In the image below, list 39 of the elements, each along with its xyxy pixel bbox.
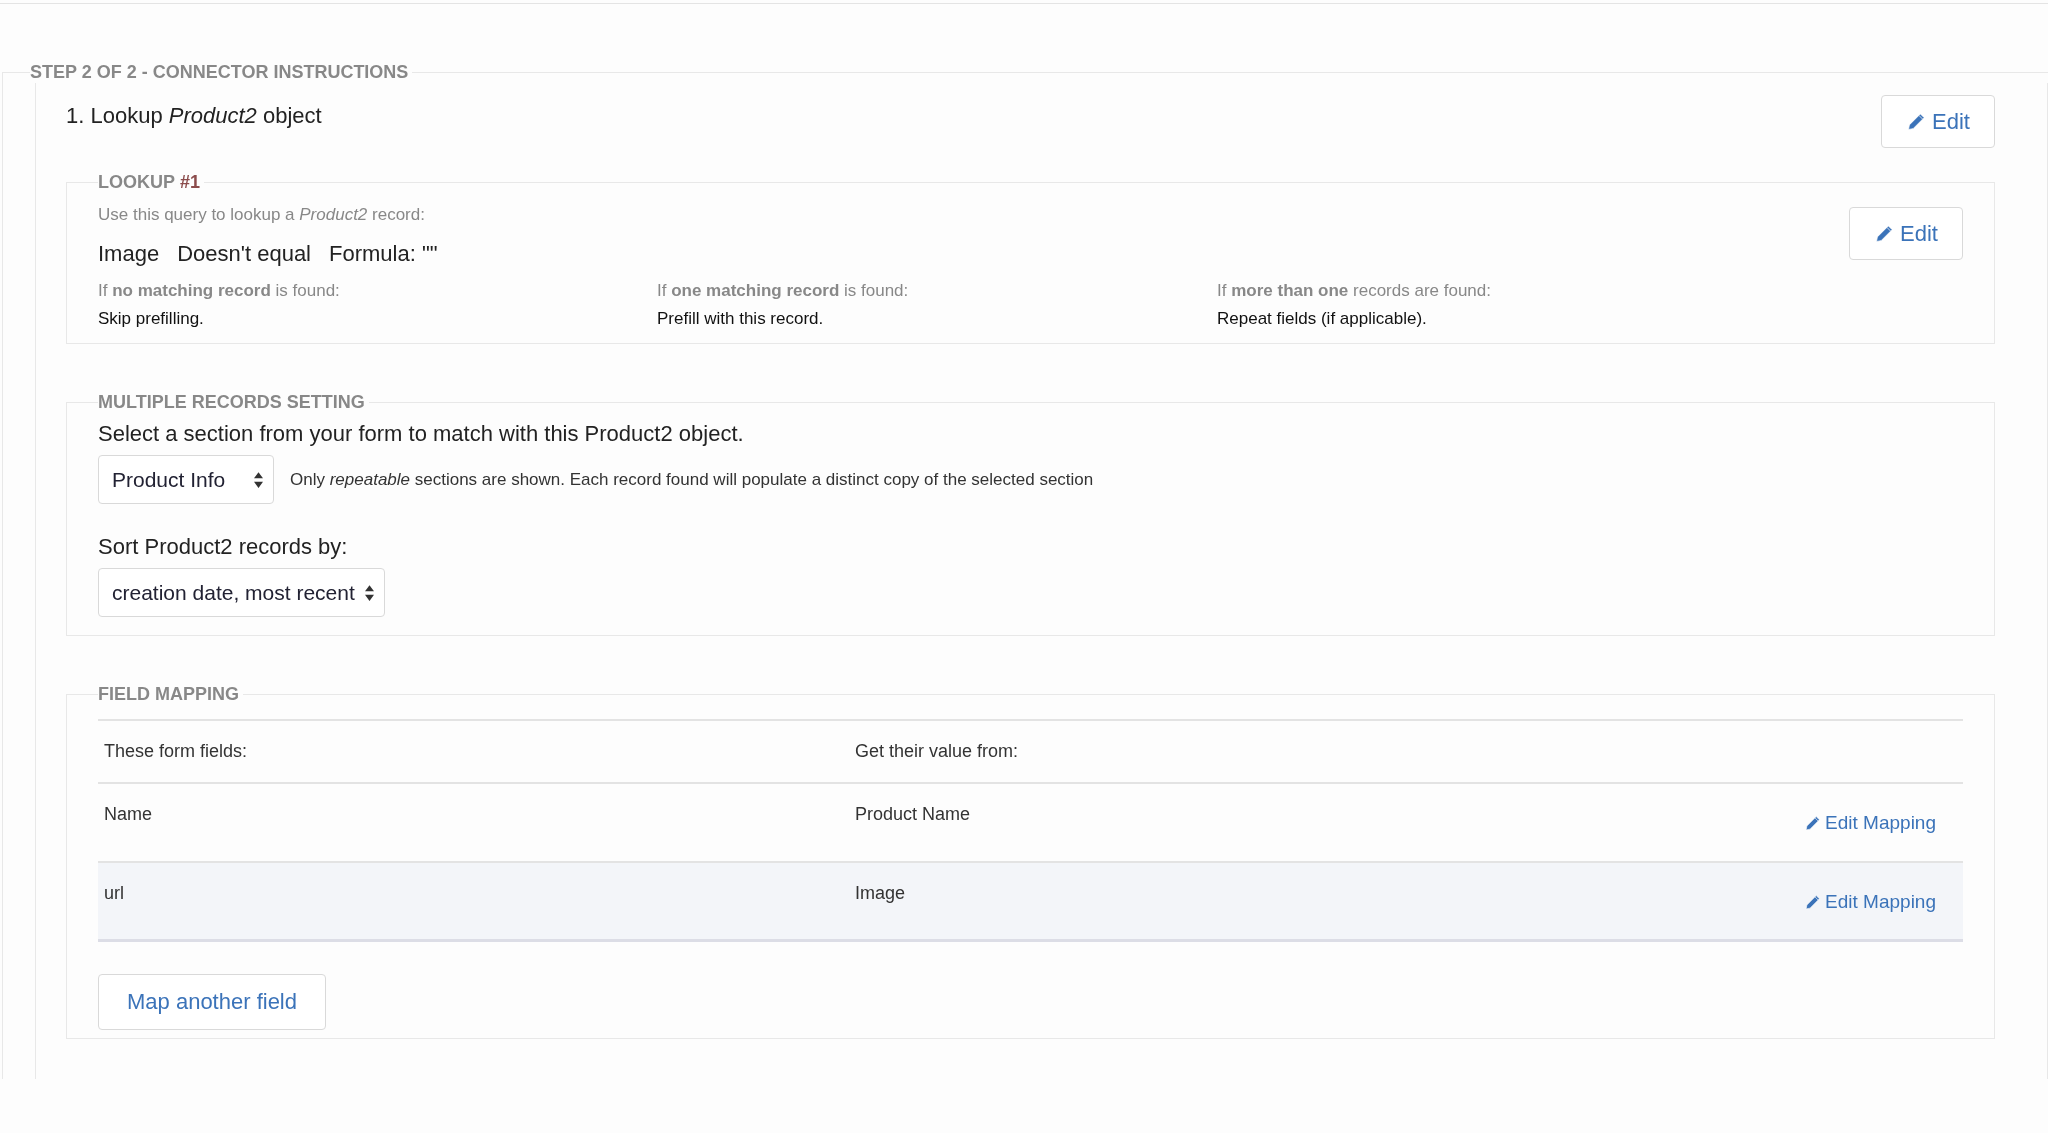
outcome-action: Skip prefilling.	[98, 309, 205, 329]
section-select[interactable]: Product Info	[98, 455, 274, 504]
pencil-icon	[1874, 223, 1895, 244]
edit-mapping-link[interactable]: Edit Mapping	[1804, 812, 1936, 834]
section-title: LOOKUP	[98, 172, 175, 192]
map-field-button[interactable]: Map another field	[98, 974, 326, 1030]
edit-mapping-link[interactable]: Edit Mapping	[1804, 891, 1936, 913]
pencil-icon	[1804, 893, 1822, 911]
query-intro: Use this query to lookup a Product2 record:	[98, 205, 426, 225]
section-title: MULTIPLE RECORDS SETTING	[98, 392, 365, 412]
sort-arrows-icon	[365, 584, 374, 601]
query-term: Formula: ""	[329, 241, 438, 267]
outcome-condition: If no matching record is found:	[98, 281, 341, 301]
instruction-heading: 1. Lookup Product2 object	[66, 102, 322, 129]
sort-select[interactable]: creation date, most recent	[98, 568, 385, 617]
column-header: Get their value from:	[855, 741, 1020, 762]
outcome-action: Repeat fields (if applicable).	[1217, 309, 1428, 329]
edit-button[interactable]: Edit	[1881, 95, 1995, 148]
section-note: Only repeatable sections are shown. Each record found will populate a distinct copy of the selected section	[290, 469, 1094, 490]
table-cell-text: Name	[104, 804, 153, 825]
pencil-icon	[1804, 814, 1822, 832]
lookup-number: #1	[180, 172, 201, 192]
column-header: These form fields:	[104, 741, 249, 762]
section-prompt: Select a section from your form to match with this Product2 object.	[98, 421, 745, 447]
pencil-icon	[1906, 111, 1927, 132]
sort-label: Sort Product2 records by:	[98, 534, 349, 560]
sort-arrows-icon	[254, 471, 263, 488]
outcome-condition: If more than one records are found:	[1217, 281, 1492, 301]
query-term: Doesn't equal	[177, 241, 311, 267]
table-cell-text: url	[104, 883, 125, 904]
outcome-condition: If one matching record is found:	[657, 281, 910, 301]
table-cell-text: Image	[855, 883, 907, 904]
section-title: STEP 2 OF 2 - CONNECTOR INSTRUCTIONS	[30, 62, 410, 83]
outcome-action: Prefill with this record.	[657, 309, 825, 329]
query-term: Image	[98, 241, 160, 267]
section-title: FIELD MAPPING	[98, 684, 239, 704]
mapping-row[interactable]: url Image Edit Mapping	[98, 863, 1963, 942]
table-cell-text: Product Name	[855, 804, 972, 825]
edit-button[interactable]: Edit	[1849, 207, 1963, 260]
